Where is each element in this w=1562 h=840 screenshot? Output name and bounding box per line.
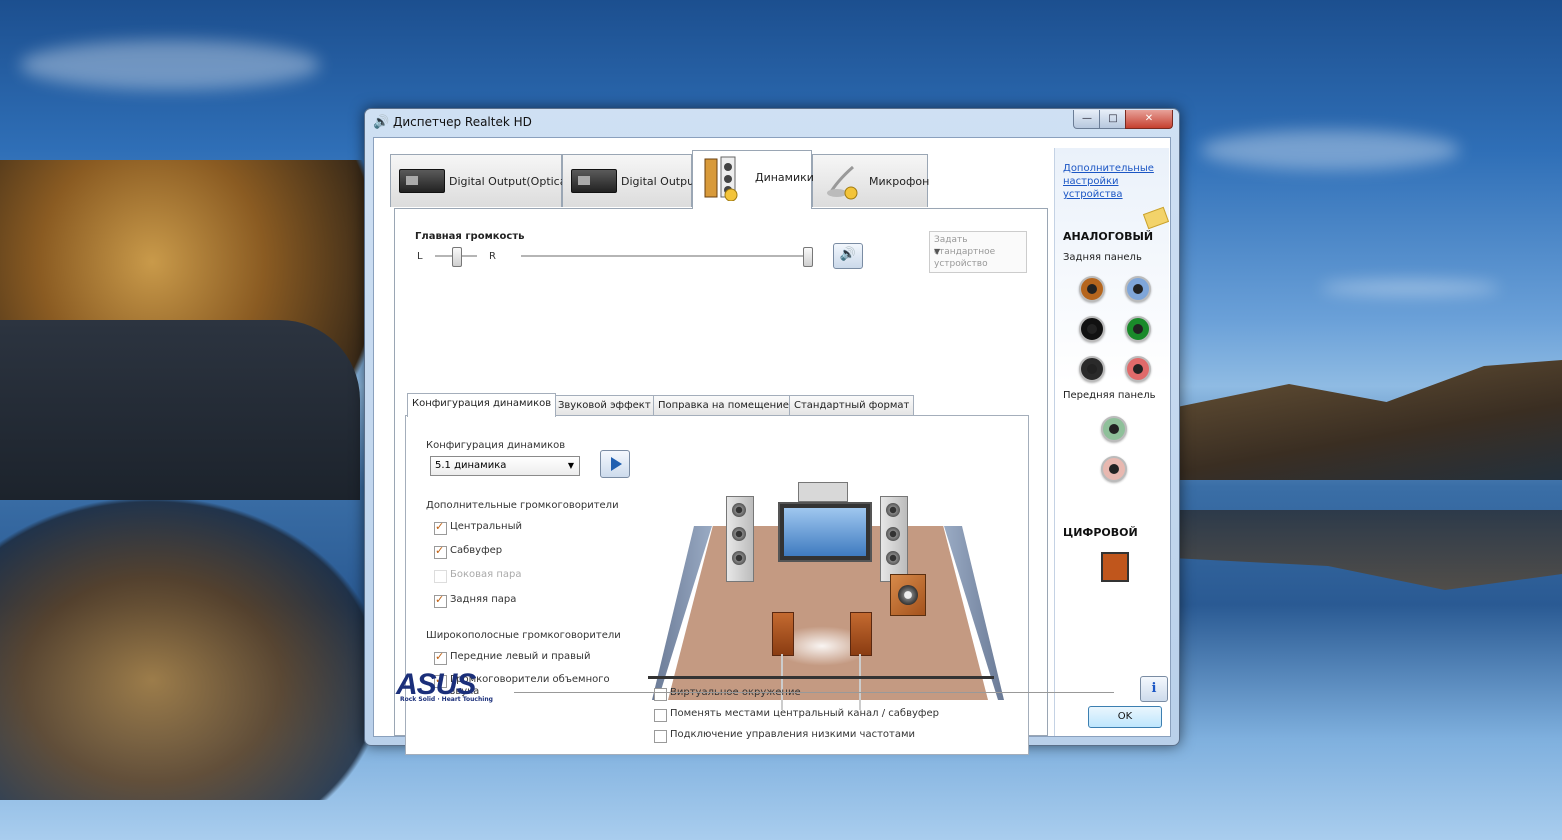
connector-panel: Дополнительные настройки устройства АНАЛ… [1054, 148, 1170, 736]
front-lr-checkbox[interactable] [434, 650, 447, 665]
tab-label: Микрофон [869, 175, 930, 188]
rear-panel-label: Задняя панель [1063, 252, 1142, 263]
rear-pair-label: Задняя пара [450, 594, 517, 605]
speaker-volume-icon: 🔊 [839, 247, 857, 262]
jack-rear-pink[interactable] [1125, 356, 1151, 382]
main-volume-label: Главная громкость [415, 231, 525, 242]
center-speaker-icon[interactable] [798, 482, 848, 502]
tab-label: Динамики [755, 171, 814, 184]
volume-slider-track [521, 255, 811, 258]
tab-default-format[interactable]: Стандартный формат [789, 395, 915, 416]
volume-slider-thumb[interactable] [803, 247, 813, 267]
client-area: Digital Output(Optical) Digital Output Д… [373, 137, 1171, 755]
rear-left-stand [781, 654, 783, 710]
virtual-surround-checkbox[interactable] [654, 688, 667, 701]
subwoofer-label: Сабвуфер [450, 545, 503, 556]
rear-right-stand [859, 654, 861, 710]
speakers-icon [704, 156, 738, 201]
asus-tagline: Rock Solid · Heart Touching [400, 696, 493, 703]
tab-digital-output[interactable]: Digital Output [562, 154, 698, 207]
front-right-speaker-icon[interactable] [880, 496, 908, 582]
front-left-speaker-icon[interactable] [726, 496, 754, 582]
digital-heading: ЦИФРОВОЙ [1063, 526, 1138, 539]
fullrange-heading: Широкополосные громкоговорители [426, 630, 621, 641]
window-title: Диспетчер Realtek HD [393, 115, 532, 129]
mute-button[interactable]: 🔊 [833, 243, 863, 269]
side-pair-label: Боковая пара [450, 569, 522, 580]
microphone-icon [827, 165, 858, 200]
chevron-down-icon: ▼ [567, 461, 574, 470]
maximize-button[interactable]: □ [1099, 110, 1127, 129]
tab-label: Digital Output [621, 175, 699, 188]
front-lr-label: Передние левый и правый [450, 651, 591, 662]
digital-spdif-icon[interactable] [1101, 552, 1129, 582]
speaker-room-diagram[interactable] [652, 476, 1004, 710]
subwoofer-checkbox[interactable] [434, 544, 447, 559]
digital-output-box-icon [399, 169, 445, 193]
swap-center-sub-label: Поменять местами центральный канал / саб… [670, 708, 939, 719]
tab-speaker-configuration[interactable]: Конфигурация динамиков [407, 393, 557, 417]
config-label: Конфигурация динамиков [426, 440, 566, 451]
speaker-app-icon: 🔊 [373, 115, 390, 130]
digital-output-box-icon [571, 169, 617, 193]
tab-microphone[interactable]: Микрофон [812, 154, 930, 207]
balance-left-label: L [417, 251, 423, 262]
tab-speakers[interactable]: Динамики [692, 150, 814, 209]
tab-label: Digital Output(Optical) [449, 175, 574, 188]
rear-right-speaker-icon[interactable] [850, 612, 872, 656]
minimize-button[interactable]: — [1073, 110, 1101, 129]
realtek-hd-manager-window: 🔊 Диспетчер Realtek HD — □ ✕ Digital Out… [364, 108, 1180, 755]
center-checkbox[interactable] [434, 520, 447, 535]
jack-rear-orange[interactable] [1079, 276, 1105, 302]
speaker-configuration-pane: Конфигурация динамиков 5.1 динамика ▼ До… [405, 415, 1029, 755]
subwoofer-icon[interactable] [890, 574, 926, 616]
jack-rear-blue[interactable] [1125, 276, 1151, 302]
title-bar[interactable]: 🔊 Диспетчер Realtek HD — □ ✕ [365, 109, 1179, 135]
tab-digital-output-optical[interactable]: Digital Output(Optical) [390, 154, 574, 207]
rear-left-speaker-icon[interactable] [772, 612, 794, 656]
rear-pair-checkbox[interactable] [434, 593, 447, 608]
balance-right-label: R [489, 251, 496, 262]
jack-rear-black[interactable] [1079, 316, 1105, 342]
tab-room-correction[interactable]: Поправка на помещение [653, 395, 794, 416]
side-pair-checkbox [434, 570, 447, 583]
front-panel-label: Передняя панель [1063, 390, 1156, 401]
selected-config: 5.1 динамика [435, 460, 507, 471]
balance-slider-thumb[interactable] [452, 247, 462, 267]
speaker-config-select[interactable]: 5.1 динамика ▼ [430, 456, 580, 476]
jack-front-pink[interactable] [1101, 456, 1127, 482]
optional-speakers-heading: Дополнительные громкоговорители [426, 500, 619, 511]
set-default-device-dropdown[interactable]: Задать стандартное устройство ▼ [929, 231, 1027, 273]
jack-rear-green[interactable] [1125, 316, 1151, 342]
jack-rear-gray[interactable] [1079, 356, 1105, 382]
play-test-button[interactable] [600, 450, 630, 478]
jack-front-green[interactable] [1101, 416, 1127, 442]
info-button[interactable]: i [1140, 676, 1168, 702]
divider [648, 676, 994, 679]
speakers-pane: Главная громкость L R 🔊 Задать стандартн… [394, 208, 1048, 755]
tab-sound-effect[interactable]: Звуковой эффект [553, 395, 656, 416]
swap-center-sub-checkbox[interactable] [654, 709, 667, 722]
tv-icon [778, 502, 872, 562]
bass-management-label: Подключение управления низкими частотами [670, 729, 916, 740]
chevron-down-icon: ▼ [934, 247, 941, 256]
folder-icon[interactable] [1142, 206, 1170, 230]
ok-button[interactable]: OK [1088, 706, 1162, 728]
bass-management-checkbox[interactable] [654, 730, 667, 743]
analog-heading: АНАЛОГОВЫЙ [1063, 230, 1154, 243]
footer-divider [514, 692, 1114, 693]
advanced-settings-link[interactable]: Дополнительные настройки устройства [1063, 162, 1163, 201]
close-button[interactable]: ✕ [1125, 110, 1173, 129]
center-label: Центральный [450, 521, 522, 532]
